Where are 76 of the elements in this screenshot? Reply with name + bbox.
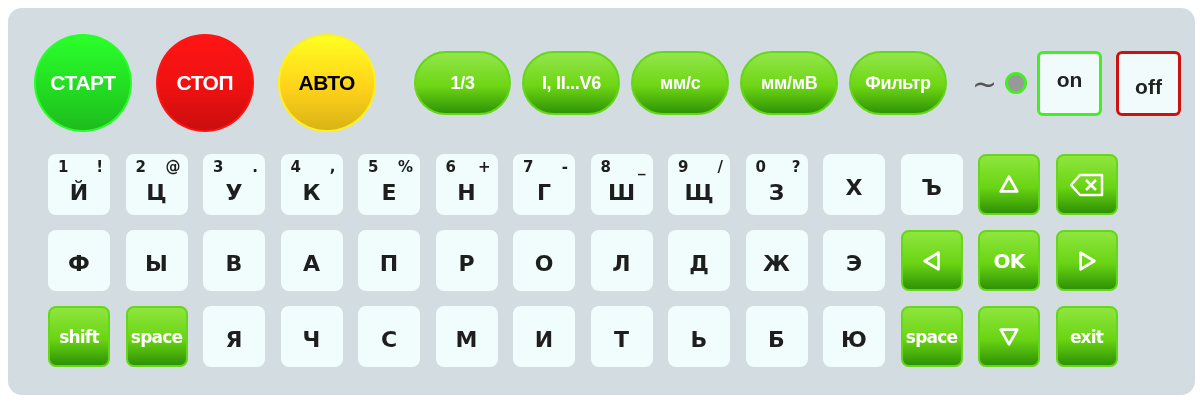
letter-key[interactable]: С	[358, 306, 420, 367]
letter-key[interactable]: Б	[745, 306, 808, 367]
letter-key[interactable]: 2 @ Ц	[125, 154, 188, 215]
digit-label: 5	[368, 158, 379, 176]
digit-label: 2	[135, 158, 146, 176]
letter-key[interactable]: Ю	[823, 306, 885, 367]
letter-label: Е	[381, 180, 397, 205]
symbol-label: ,	[329, 158, 336, 176]
letter-key[interactable]: О	[513, 230, 575, 291]
letter-key[interactable]: 4 , К	[280, 154, 343, 215]
tilde-symbol: ~	[972, 65, 998, 101]
right-arrow-key[interactable]	[1055, 230, 1118, 291]
triangle-left-icon	[920, 249, 943, 272]
letter-key[interactable]: Ь	[668, 306, 730, 367]
mode-button[interactable]: СТОП	[155, 34, 254, 132]
letter-key[interactable]: П	[358, 230, 420, 291]
left-arrow-key[interactable]	[900, 230, 963, 291]
down-arrow-key[interactable]	[978, 306, 1040, 367]
letter-key[interactable]: И	[513, 306, 575, 367]
letter-label: У	[225, 180, 243, 205]
letter-key[interactable]: 3 . У	[203, 154, 265, 215]
on-button[interactable]: on	[1037, 50, 1103, 116]
letter-label: Ш	[607, 180, 636, 205]
letter-key[interactable]: Э	[823, 230, 885, 291]
triangle-down-icon	[998, 325, 1020, 348]
symbol-label: !	[96, 158, 103, 176]
letter-key[interactable]: Х	[823, 154, 885, 215]
symbol-label: %	[397, 158, 413, 176]
letter-key[interactable]: Ч	[280, 306, 343, 367]
digit-label: 6	[445, 158, 456, 176]
symbol-label: @	[165, 158, 181, 176]
mode-button[interactable]: АВТО	[277, 34, 376, 132]
letter-key[interactable]: 5 % Е	[358, 154, 420, 215]
letter-key[interactable]: М	[435, 306, 498, 367]
digit-label: 4	[290, 158, 301, 176]
digit-label: 9	[678, 158, 689, 176]
symbol-label: -	[561, 158, 568, 176]
digit-label: 1	[58, 158, 69, 176]
symbol-label: ?	[791, 158, 801, 176]
letter-label: К	[302, 180, 321, 205]
letter-key[interactable]: Д	[668, 230, 730, 291]
letter-label: Ц	[146, 180, 167, 205]
letter-key[interactable]: Ф	[48, 230, 110, 291]
backspace-icon	[1068, 172, 1105, 197]
symbol-label: /	[717, 158, 723, 176]
letter-label: Щ	[684, 180, 714, 205]
symbol-label: .	[252, 158, 258, 176]
letter-key[interactable]: 1 ! Й	[48, 154, 110, 215]
digit-label: 7	[523, 158, 534, 176]
letter-key[interactable]: А	[280, 230, 343, 291]
letter-label: З	[768, 180, 785, 205]
letter-label: Й	[69, 180, 89, 205]
letter-key[interactable]: Т	[590, 306, 653, 367]
letter-key[interactable]: Р	[435, 230, 498, 291]
symbol-label: _	[638, 158, 646, 176]
letter-key[interactable]: В	[203, 230, 265, 291]
off-button[interactable]: off	[1116, 50, 1181, 116]
letter-label: Н	[457, 180, 476, 205]
letter-key[interactable]: 7 - Г	[513, 154, 575, 215]
digit-label: 0	[755, 158, 766, 176]
letter-key[interactable]: Л	[590, 230, 653, 291]
triangle-up-icon	[998, 173, 1020, 196]
letter-key[interactable]: Ы	[125, 230, 188, 291]
digit-label: 3	[213, 158, 224, 176]
letter-key[interactable]: 0 ? З	[745, 154, 808, 215]
letter-key[interactable]: Ъ	[900, 154, 963, 215]
letter-key[interactable]: Ж	[745, 230, 808, 291]
letter-key[interactable]: Я	[203, 306, 265, 367]
symbol-label: +	[477, 158, 491, 176]
letter-key[interactable]: 9 / Щ	[668, 154, 730, 215]
up-arrow-key[interactable]	[978, 154, 1040, 215]
digit-label: 8	[600, 158, 611, 176]
letter-label: Г	[537, 180, 551, 205]
letter-key[interactable]: 6 + Н	[435, 154, 498, 215]
backspace-key[interactable]	[1055, 154, 1118, 215]
letter-key[interactable]: 8 _ Ш	[590, 154, 653, 215]
